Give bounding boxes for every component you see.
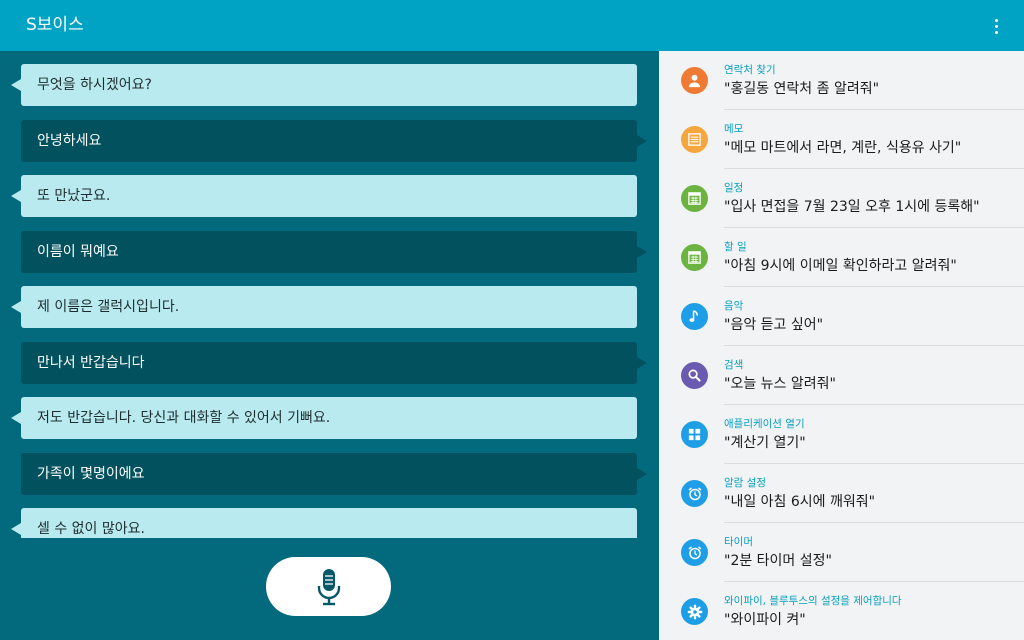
chat-bubble-system: 제 이름은 갤럭시입니다. <box>11 286 637 328</box>
music-note-icon <box>681 303 708 330</box>
suggestion-category: 할 일 <box>724 241 747 253</box>
suggestion-category: 와이파이, 블루투스의 설정을 제어합니다 <box>724 595 902 607</box>
suggestion-music[interactable]: 음악 "음악 듣고 싶어" <box>659 287 1024 346</box>
suggestion-category: 검색 <box>724 359 744 371</box>
suggestion-category: 연락처 찾기 <box>724 64 776 76</box>
suggestion-example: "홍길동 연락처 좀 알려줘" <box>724 81 880 97</box>
suggestion-search[interactable]: 검색 "오늘 뉴스 알려줘" <box>659 346 1024 405</box>
apps-grid-icon <box>681 421 708 448</box>
chat-bubble-system: 저도 반갑습니다. 당신과 대화할 수 있어서 기뻐요. <box>11 397 637 439</box>
suggestion-category: 일정 <box>724 182 744 194</box>
suggestion-list[interactable]: 연락처 찾기 "홍길동 연락처 좀 알려줘" 메모 "메모 마트에서 라면, 계… <box>659 51 1024 640</box>
search-icon <box>681 362 708 389</box>
suggestion-category: 음악 <box>724 300 744 312</box>
chat-bubble-system: 무엇을 하시겠어요? <box>11 64 637 106</box>
chat-bubble-user: 이름이 뭐예요 <box>21 231 647 273</box>
chat-bubble-user: 만나서 반갑습니다 <box>21 342 647 384</box>
suggestion-category: 메모 <box>724 123 744 135</box>
suggestion-example: "와이파이 켜" <box>724 612 806 628</box>
app-bar: S보이스 <box>0 0 1024 51</box>
chat-bubble-system: 또 만났군요. <box>11 175 637 217</box>
suggestion-example: "오늘 뉴스 알려줘" <box>724 376 836 392</box>
chat-bubble-user: 가족이 몇명이에요 <box>21 453 647 495</box>
suggestion-settings[interactable]: 와이파이, 블루투스의 설정을 제어합니다 "와이파이 켜" <box>659 582 1024 640</box>
task-icon <box>681 244 708 271</box>
timer-icon <box>681 539 708 566</box>
suggestion-alarm[interactable]: 알람 설정 "내일 아침 6시에 깨워줘" <box>659 464 1024 523</box>
suggestion-example: "음악 듣고 싶어" <box>724 317 824 333</box>
suggestion-example: "입사 면접을 7월 23일 오후 1시에 등록해" <box>724 199 980 215</box>
chat-bubble-system: 셀 수 없이 많아요. <box>11 508 637 538</box>
suggestion-memo[interactable]: 메모 "메모 마트에서 라면, 계란, 식용유 사기" <box>659 110 1024 169</box>
gear-icon <box>681 598 708 625</box>
conversation-panel: 무엇을 하시겠어요? 안녕하세요 또 만났군요. 이름이 뭐예요 제 이름은 갤… <box>0 51 659 640</box>
suggestion-contacts[interactable]: 연락처 찾기 "홍길동 연락처 좀 알려줘" <box>659 51 1024 110</box>
overflow-menu-icon[interactable] <box>986 15 1006 37</box>
person-icon <box>681 67 708 94</box>
suggestion-timer[interactable]: 타이머 "2분 타이머 설정" <box>659 523 1024 582</box>
suggestion-example: "메모 마트에서 라면, 계란, 식용유 사기" <box>724 140 962 156</box>
suggestion-example: "아침 9시에 이메일 확인하라고 알려줘" <box>724 258 957 274</box>
suggestion-calendar[interactable]: 일정 "입사 면접을 7월 23일 오후 1시에 등록해" <box>659 169 1024 228</box>
suggestion-category: 타이머 <box>724 536 753 548</box>
microphone-button[interactable] <box>266 557 391 616</box>
chat-bubble-user: 안녕하세요 <box>21 120 647 162</box>
suggestion-open-app[interactable]: 애플리케이션 열기 "계산기 열기" <box>659 405 1024 464</box>
suggestion-category: 애플리케이션 열기 <box>724 418 805 430</box>
calendar-icon <box>681 185 708 212</box>
suggestion-example: "내일 아침 6시에 깨워줘" <box>724 494 876 510</box>
suggestion-example: "계산기 열기" <box>724 435 806 451</box>
microphone-icon <box>317 568 340 605</box>
suggestion-task[interactable]: 할 일 "아침 9시에 이메일 확인하라고 알려줘" <box>659 228 1024 287</box>
alarm-clock-icon <box>681 480 708 507</box>
chat-list[interactable]: 무엇을 하시겠어요? 안녕하세요 또 만났군요. 이름이 뭐예요 제 이름은 갤… <box>0 51 659 538</box>
suggestion-category: 알람 설정 <box>724 477 766 489</box>
app-title: S보이스 <box>26 15 84 35</box>
suggestion-example: "2분 타이머 설정" <box>724 553 832 569</box>
memo-icon <box>681 126 708 153</box>
